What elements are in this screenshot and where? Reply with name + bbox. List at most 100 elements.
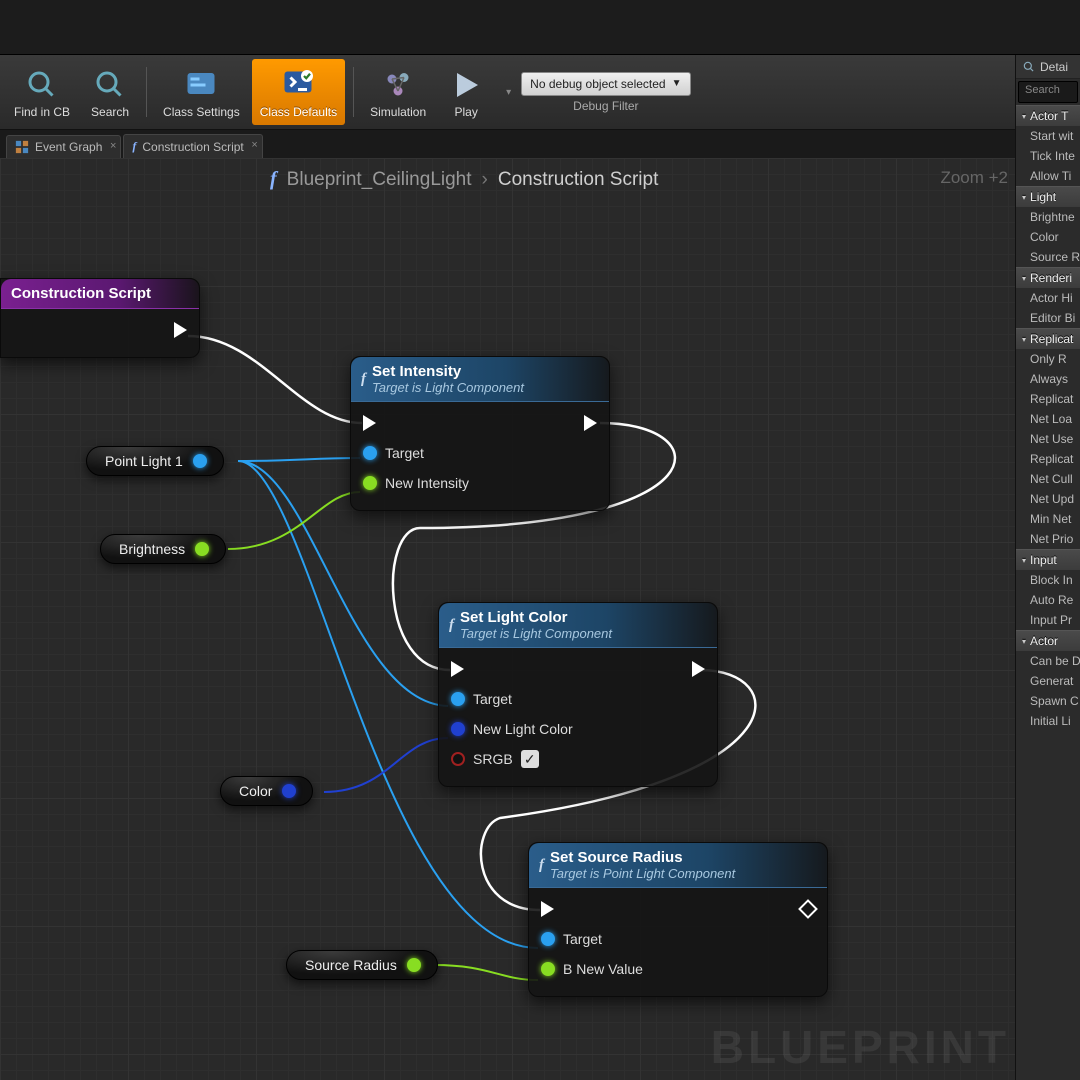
details-property[interactable]: Tick Inte	[1016, 146, 1080, 166]
details-property[interactable]: Spawn C	[1016, 691, 1080, 711]
details-property[interactable]: Color	[1016, 227, 1080, 247]
caret-down-icon: ▼	[672, 78, 682, 89]
details-category[interactable]: ▾Input	[1016, 549, 1080, 570]
exec-out-pin-hollow[interactable]	[798, 899, 818, 919]
details-property[interactable]: Can be D	[1016, 651, 1080, 671]
details-property[interactable]: Block In	[1016, 570, 1080, 590]
debug-object-select[interactable]: No debug object selected ▼	[521, 72, 690, 96]
debug-filter-label: Debug Filter	[521, 99, 690, 113]
details-category[interactable]: ▾Renderi	[1016, 267, 1080, 288]
close-icon[interactable]: ×	[110, 140, 116, 152]
play-icon	[448, 67, 484, 103]
find-in-cb-button[interactable]: Find in CB	[6, 59, 78, 125]
srgb-checkbox[interactable]: ✓	[521, 750, 539, 768]
exec-out-pin[interactable]	[584, 415, 597, 431]
details-property[interactable]: Net Upd	[1016, 489, 1080, 509]
exec-in-pin[interactable]	[541, 901, 554, 917]
exec-out-pin[interactable]	[692, 661, 705, 677]
graph-canvas[interactable]: f Blueprint_CeilingLight › Construction …	[0, 158, 1080, 1080]
exec-out-pin[interactable]	[174, 322, 187, 338]
details-property[interactable]: Initial Li	[1016, 711, 1080, 731]
node-subtitle: Target is Light Component	[372, 380, 597, 395]
target-pin[interactable]	[363, 446, 377, 460]
details-category[interactable]: ▾Replicat	[1016, 328, 1080, 349]
color-pin[interactable]	[451, 722, 465, 736]
var-brightness[interactable]: Brightness	[100, 534, 226, 564]
float-out-pin[interactable]	[195, 542, 209, 556]
find-in-cb-label: Find in CB	[14, 105, 70, 119]
defaults-icon	[280, 67, 316, 103]
settings-book-icon	[183, 67, 219, 103]
node-subtitle: Target is Light Component	[460, 626, 705, 641]
details-property[interactable]: Only R	[1016, 349, 1080, 369]
details-property[interactable]: Editor Bi	[1016, 308, 1080, 328]
details-title: Detai	[1040, 60, 1068, 74]
tab-event-graph[interactable]: Event Graph ×	[6, 135, 121, 158]
details-icon	[1022, 60, 1036, 74]
object-out-pin[interactable]	[193, 454, 207, 468]
main-toolbar: Find in CB Search Class Settings Class D…	[0, 55, 1080, 130]
caret-down-icon: ▾	[1022, 112, 1026, 121]
details-header[interactable]: Detai	[1016, 55, 1080, 79]
search-label: Search	[91, 105, 129, 119]
class-settings-button[interactable]: Class Settings	[155, 59, 248, 125]
details-property[interactable]: Net Cull	[1016, 469, 1080, 489]
float-pin[interactable]	[541, 962, 555, 976]
function-icon: f	[270, 168, 277, 191]
var-point-light[interactable]: Point Light 1	[86, 446, 224, 476]
pin-label: SRGB	[473, 751, 513, 767]
bool-pin[interactable]	[451, 752, 465, 766]
color-out-pin[interactable]	[282, 784, 296, 798]
details-property[interactable]: Replicat	[1016, 449, 1080, 469]
node-subtitle: Target is Point Light Component	[550, 866, 815, 881]
details-property[interactable]: Auto Re	[1016, 590, 1080, 610]
details-property[interactable]: Actor Hi	[1016, 288, 1080, 308]
node-set-light-color[interactable]: f Set Light Color Target is Light Compon…	[438, 602, 718, 787]
details-property[interactable]: Allow Ti	[1016, 166, 1080, 186]
details-property[interactable]: Net Prio	[1016, 529, 1080, 549]
var-source-radius[interactable]: Source Radius	[286, 950, 438, 980]
details-property[interactable]: Generat	[1016, 671, 1080, 691]
node-construction-script[interactable]: Construction Script	[0, 278, 200, 358]
details-category[interactable]: ▾Light	[1016, 186, 1080, 207]
node-title: Set Intensity	[372, 363, 461, 380]
caret-down-icon: ▾	[1022, 335, 1026, 344]
breadcrumb-func[interactable]: Construction Script	[498, 169, 659, 191]
details-property[interactable]: Min Net	[1016, 509, 1080, 529]
class-defaults-button[interactable]: Class Defaults	[252, 59, 345, 125]
play-button[interactable]: Play	[438, 59, 494, 125]
details-property[interactable]: Input Pr	[1016, 610, 1080, 630]
target-pin[interactable]	[451, 692, 465, 706]
simulation-label: Simulation	[370, 105, 426, 119]
node-set-intensity[interactable]: f Set Intensity Target is Light Componen…	[350, 356, 610, 511]
details-property[interactable]: Source R	[1016, 247, 1080, 267]
details-property[interactable]: Net Loa	[1016, 409, 1080, 429]
tab-construction-script[interactable]: f Construction Script ×	[123, 134, 262, 158]
details-property[interactable]: Brightne	[1016, 207, 1080, 227]
pill-label: Source Radius	[305, 957, 397, 973]
close-icon[interactable]: ×	[251, 139, 257, 151]
target-pin[interactable]	[541, 932, 555, 946]
breadcrumb-asset[interactable]: Blueprint_CeilingLight	[287, 169, 472, 191]
var-color[interactable]: Color	[220, 776, 313, 806]
function-icon: f	[539, 857, 544, 874]
exec-in-pin[interactable]	[363, 415, 376, 431]
details-property[interactable]: Replicat	[1016, 389, 1080, 409]
simulation-button[interactable]: Simulation	[362, 59, 434, 125]
node-title: Construction Script	[11, 285, 151, 302]
float-out-pin[interactable]	[407, 958, 421, 972]
details-property[interactable]: Always	[1016, 369, 1080, 389]
details-property[interactable]: Start wit	[1016, 126, 1080, 146]
play-label: Play	[454, 105, 477, 119]
float-pin[interactable]	[363, 476, 377, 490]
details-category[interactable]: ▾Actor T	[1016, 105, 1080, 126]
class-defaults-label: Class Defaults	[260, 105, 337, 119]
search-button[interactable]: Search	[82, 59, 138, 125]
node-set-source-radius[interactable]: f Set Source Radius Target is Point Ligh…	[528, 842, 828, 997]
details-category[interactable]: ▾Actor	[1016, 630, 1080, 651]
details-search[interactable]: Search	[1018, 81, 1078, 103]
tab-event-graph-label: Event Graph	[35, 140, 102, 154]
pin-label: Target	[563, 931, 602, 947]
details-property[interactable]: Net Use	[1016, 429, 1080, 449]
exec-in-pin[interactable]	[451, 661, 464, 677]
